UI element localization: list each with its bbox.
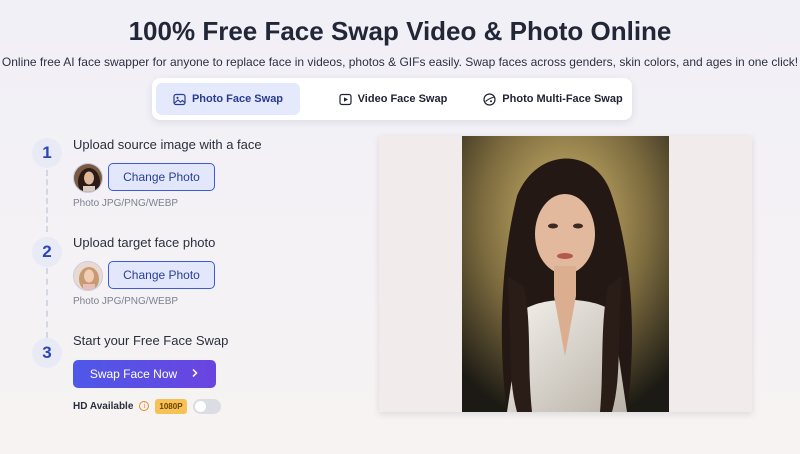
multi-face-icon xyxy=(483,92,496,106)
step-number-1: 1 xyxy=(32,138,62,168)
tab-photo-multi-face-swap[interactable]: Photo Multi-Face Swap xyxy=(478,83,628,115)
swap-face-now-button[interactable]: Swap Face Now xyxy=(73,360,216,388)
step-3-label: Start your Free Face Swap xyxy=(73,333,229,348)
step-number-3: 3 xyxy=(32,338,62,368)
source-format-hint: Photo JPG/PNG/WEBP xyxy=(73,198,179,209)
resolution-badge: 1080P xyxy=(155,398,187,414)
tab-photo-face-swap[interactable]: Photo Face Swap xyxy=(156,83,300,115)
chevron-right-icon xyxy=(191,367,199,381)
hd-toggle[interactable] xyxy=(192,398,221,414)
target-format-hint: Photo JPG/PNG/WEBP xyxy=(73,296,179,307)
change-target-photo-button[interactable]: Change Photo xyxy=(108,261,215,289)
page-title: 100% Free Face Swap Video & Photo Online xyxy=(128,16,672,46)
step-connector xyxy=(46,268,48,338)
swap-button-label: Swap Face Now xyxy=(89,367,178,381)
tab-label: Video Face Swap xyxy=(357,93,448,105)
target-face-thumbnail[interactable] xyxy=(73,261,103,291)
play-icon xyxy=(339,93,352,106)
tab-label: Photo Face Swap xyxy=(191,93,284,105)
info-icon[interactable]: i xyxy=(139,401,150,411)
image-icon xyxy=(173,93,186,106)
step-number-2: 2 xyxy=(32,237,62,267)
change-source-photo-button[interactable]: Change Photo xyxy=(108,163,215,191)
step-1-label: Upload source image with a face xyxy=(73,137,262,152)
mode-tabs: Photo Face Swap Video Face Swap Photo Mu… xyxy=(152,78,632,120)
step-connector xyxy=(46,170,48,232)
result-preview-panel xyxy=(379,136,752,412)
tab-video-face-swap[interactable]: Video Face Swap xyxy=(318,83,468,115)
hd-option: HD Available i 1080P xyxy=(73,398,221,414)
preview-image xyxy=(462,136,669,412)
tab-label: Photo Multi-Face Swap xyxy=(502,93,623,105)
source-face-thumbnail[interactable] xyxy=(73,163,103,193)
hd-label: HD Available xyxy=(73,400,134,412)
page-subtitle: Online free AI face swapper for anyone t… xyxy=(1,55,799,69)
step-2-label: Upload target face photo xyxy=(73,235,216,250)
